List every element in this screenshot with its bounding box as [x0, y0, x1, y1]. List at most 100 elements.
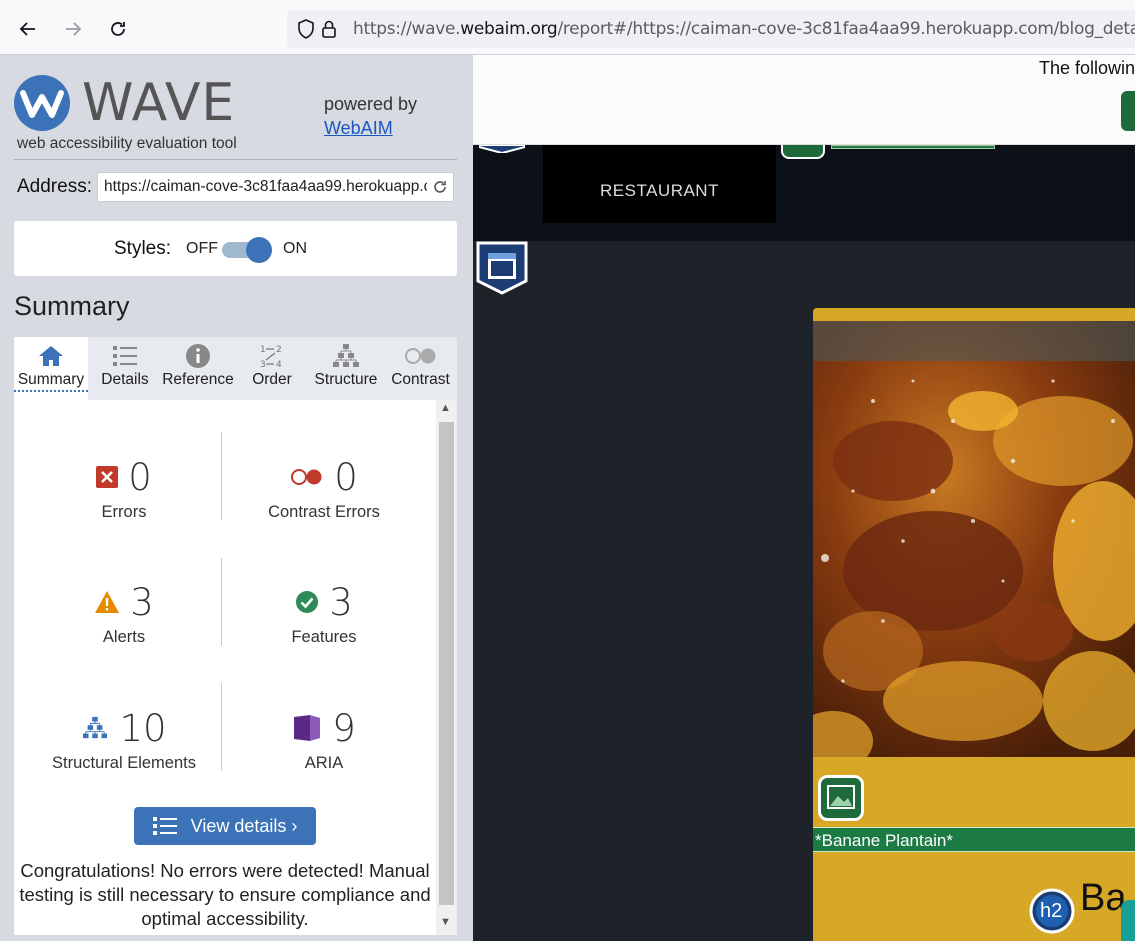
aria-icon	[294, 715, 321, 741]
tab-label: Details	[101, 371, 149, 388]
shield-icon[interactable]	[297, 19, 315, 39]
tab-reference[interactable]: Reference	[160, 337, 236, 400]
stat-errors[interactable]: 0 Errors	[24, 455, 224, 522]
divider	[14, 159, 457, 160]
powered-by: powered by WebAIM	[324, 92, 417, 140]
landmark-badge-icon[interactable]	[479, 145, 525, 153]
reload-button[interactable]	[103, 14, 133, 44]
url-bar[interactable]: https://wave.webaim.org/report#/https://…	[287, 10, 1135, 48]
address-reload-icon[interactable]	[427, 173, 453, 201]
powered-by-text: powered by	[324, 94, 418, 114]
food-image	[813, 321, 1135, 757]
teal-widget[interactable]	[1121, 900, 1135, 941]
svg-text:1: 1	[260, 345, 266, 355]
card-title: Ba	[1080, 877, 1127, 919]
styles-on-label: ON	[283, 240, 307, 257]
back-button[interactable]	[13, 14, 43, 44]
page-preview: RESTAURANT The followin *Banane Plantain…	[473, 55, 1135, 941]
styles-toggle-box: Styles: OFF ON	[14, 221, 457, 276]
logo-subtitle: web accessibility evaluation tool	[17, 135, 237, 152]
svg-text:3: 3	[260, 360, 266, 369]
aria-count: 9	[332, 706, 356, 750]
structural-label: Structural Elements	[52, 754, 196, 772]
styles-toggle-knob[interactable]	[246, 237, 272, 263]
tab-label: Reference	[162, 371, 234, 388]
info-icon	[160, 337, 236, 369]
notice-bar: The followin	[473, 55, 1135, 145]
contrast-icon	[384, 337, 457, 369]
restaurant-logo[interactable]: RESTAURANT	[543, 145, 776, 223]
stat-aria[interactable]: 9 ARIA	[224, 706, 424, 773]
logo-word: WAVE	[82, 73, 236, 133]
view-details-label: View details ›	[190, 815, 298, 836]
home-icon	[14, 337, 88, 369]
list-icon	[152, 817, 177, 835]
tab-label: Contrast	[391, 371, 450, 388]
features-label: Features	[291, 628, 357, 646]
summary-scrollbar[interactable]: ▲ ▼	[436, 400, 457, 935]
structural-count: 10	[119, 706, 167, 750]
structure-icon	[308, 337, 384, 369]
svg-text:2: 2	[276, 345, 282, 355]
errors-label: Errors	[101, 503, 147, 521]
error-icon	[96, 466, 119, 488]
tab-label: Order	[252, 371, 292, 388]
region-landmark-icon[interactable]	[476, 241, 528, 295]
forward-arrow-icon	[66, 22, 82, 36]
url-text: https://wave.webaim.org/report#/https://…	[353, 19, 1135, 39]
order-icon: 12 3 4	[236, 337, 308, 369]
panel-tabs: Summary Details Reference 12 3 4 Order Str…	[14, 337, 457, 400]
tab-order[interactable]: 12 3 4 Order	[236, 337, 308, 400]
styles-off-label: OFF	[186, 240, 218, 257]
wave-feature-highlight	[831, 145, 995, 149]
features-count: 3	[329, 580, 353, 624]
tab-contrast[interactable]: Contrast	[384, 337, 457, 400]
styles-label: Styles:	[114, 238, 172, 259]
scroll-up-arrow-icon[interactable]: ▲	[440, 402, 451, 414]
image-caption: *Banane Plantain*	[813, 827, 1135, 852]
congrats-message: Congratulations! No errors were detected…	[19, 860, 431, 929]
stat-features[interactable]: 3 Features	[224, 580, 424, 647]
summary-heading: Summary	[14, 291, 130, 321]
lock-icon[interactable]	[321, 19, 337, 39]
tab-details[interactable]: Details	[90, 337, 160, 400]
notice-text: The followin	[1039, 58, 1135, 78]
scroll-down-arrow-icon[interactable]: ▼	[440, 916, 451, 928]
list-icon	[90, 337, 160, 369]
image-feature-badge-icon[interactable]	[818, 775, 864, 821]
forward-button[interactable]	[58, 14, 88, 44]
tab-label: Structure	[314, 371, 378, 388]
h2-badge-text: h2	[1040, 900, 1063, 922]
notice-badge-icon[interactable]	[1121, 91, 1135, 131]
tab-label: Summary	[14, 371, 88, 392]
tab-summary[interactable]: Summary	[14, 337, 88, 400]
address-box	[97, 172, 454, 202]
wave-image-badge-icon[interactable]	[781, 145, 825, 159]
alerts-label: Alerts	[102, 628, 146, 646]
stat-alerts[interactable]: 3 Alerts	[24, 580, 224, 647]
caption-text: *Banane Plantain*	[815, 831, 954, 850]
feature-check-icon	[296, 591, 319, 613]
browser-toolbar: https://wave.webaim.org/report#/https://…	[0, 0, 1135, 55]
contrast-errors-count: 0	[334, 455, 358, 499]
address-input[interactable]	[98, 178, 427, 196]
webaim-link[interactable]: WebAIM	[324, 118, 393, 138]
wave-logo-icon	[14, 75, 70, 131]
stat-structural[interactable]: 10 Structural Elements	[24, 706, 224, 773]
view-details-button[interactable]: View details ›	[134, 807, 316, 845]
back-arrow-icon	[19, 22, 35, 36]
alerts-count: 3	[130, 580, 154, 624]
restaurant-text: RESTAURANT	[600, 181, 719, 200]
alert-icon	[95, 591, 120, 613]
address-label: Address:	[17, 176, 92, 197]
wave-sidebar: WAVE web accessibility evaluation tool p…	[0, 55, 473, 941]
reload-icon	[111, 22, 125, 36]
tab-structure[interactable]: Structure	[308, 337, 384, 400]
summary-content: 0 Errors 0 Contrast Errors 3 Alerts 3 Fe…	[14, 400, 436, 935]
errors-count: 0	[128, 455, 152, 499]
svg-text:4: 4	[276, 360, 282, 369]
contrast-errors-label: Contrast Errors	[268, 503, 380, 521]
structure-blue-icon	[83, 716, 108, 739]
stat-contrast-errors[interactable]: 0 Contrast Errors	[224, 455, 424, 522]
scroll-thumb[interactable]	[439, 422, 454, 905]
